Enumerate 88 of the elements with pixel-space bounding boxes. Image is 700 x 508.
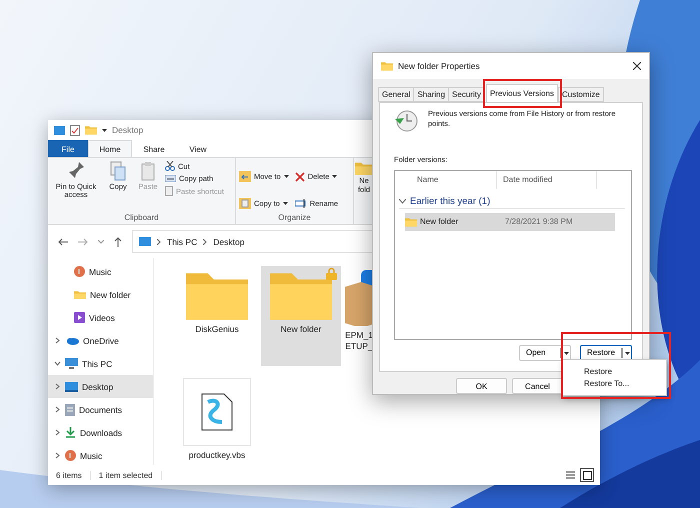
scissors-icon xyxy=(165,161,175,171)
dialog-tab[interactable]: General xyxy=(378,86,414,102)
chevron-icon[interactable] xyxy=(54,383,61,390)
sidebar-item[interactable]: Desktop xyxy=(48,375,153,398)
caret-icon xyxy=(282,202,288,205)
file-item[interactable]: productkey.vbs xyxy=(177,374,257,474)
status-text: 1 item selected xyxy=(90,470,162,480)
document-icon xyxy=(65,404,75,416)
column-header[interactable]: Date modified xyxy=(497,170,597,189)
dialog-tab[interactable]: Sharing xyxy=(413,86,450,102)
chevron-icon[interactable] xyxy=(54,429,61,436)
file-item[interactable]: New folder xyxy=(261,266,341,366)
breadcrumb[interactable]: Desktop xyxy=(213,236,244,246)
ribbon-tab[interactable]: File xyxy=(48,140,88,157)
sidebar-item[interactable]: Music xyxy=(48,444,153,465)
shortcut-icon xyxy=(165,186,173,196)
clipboard-icon xyxy=(141,161,155,181)
up-icon xyxy=(114,236,122,246)
breadcrumb[interactable]: This PC xyxy=(167,236,198,246)
sidebar-item[interactable]: Downloads xyxy=(48,421,153,444)
folder-icon xyxy=(355,161,373,176)
folder-icon xyxy=(405,217,417,227)
script-file-icon xyxy=(200,392,234,432)
sidebar-item[interactable]: This PC xyxy=(48,352,153,375)
dialog-button[interactable]: Cancel xyxy=(512,378,563,394)
download-icon xyxy=(65,427,76,438)
dialog-tab[interactable]: Customize xyxy=(558,86,604,102)
lock-icon xyxy=(326,267,337,280)
dialog-tab[interactable]: Security xyxy=(448,86,485,102)
menu-item[interactable]: Restore xyxy=(584,367,666,376)
folder-icon xyxy=(381,61,393,71)
close-icon[interactable] xyxy=(633,62,641,70)
forward-icon xyxy=(78,238,88,246)
copy-icon xyxy=(110,161,126,181)
square-icon xyxy=(582,470,592,480)
menu-item[interactable]: Restore To... xyxy=(584,379,666,388)
sidebar-item[interactable]: New folder xyxy=(48,283,153,306)
file-item[interactable]: DiskGenius xyxy=(177,266,257,366)
group-label: Clipboard xyxy=(124,213,159,222)
column-header[interactable]: Name xyxy=(395,170,497,189)
restore-clock-icon xyxy=(394,108,418,133)
music-icon xyxy=(74,266,85,277)
copy-to-icon xyxy=(239,198,251,209)
caret-icon xyxy=(102,128,107,132)
chevron-icon[interactable] xyxy=(54,452,61,459)
computer-icon xyxy=(54,126,65,134)
properties-icon xyxy=(70,124,80,136)
folder-icon xyxy=(74,290,86,300)
music-icon xyxy=(65,450,76,461)
ribbon-tab[interactable]: Home xyxy=(88,140,132,157)
dialog-button[interactable]: OK xyxy=(456,378,507,394)
version-row[interactable]: New folder 7/28/2021 9:38 PM xyxy=(405,212,615,231)
move-icon xyxy=(239,171,251,182)
rename-icon xyxy=(294,199,307,208)
chevron-icon xyxy=(157,238,161,244)
caret-icon xyxy=(621,346,631,359)
sidebar-item[interactable]: Videos xyxy=(48,306,153,329)
computer-icon xyxy=(65,358,78,369)
window-title: Desktop xyxy=(112,125,144,135)
caret-icon xyxy=(284,175,289,178)
split-button[interactable]: Open xyxy=(519,344,571,361)
sidebar-item[interactable]: OneDrive xyxy=(48,329,153,352)
path-icon xyxy=(165,175,176,182)
caret-icon xyxy=(332,175,338,178)
chevron-icon[interactable] xyxy=(54,360,61,367)
split-button[interactable]: Restore xyxy=(580,344,632,361)
dialog-title: New folder Properties xyxy=(398,60,480,71)
cloud-icon xyxy=(65,336,79,345)
chevron-icon[interactable] xyxy=(54,406,61,413)
chevron-icon xyxy=(399,198,406,204)
status-text: 6 items xyxy=(48,470,91,480)
icons-view-button[interactable] xyxy=(580,468,594,482)
desktop-icon xyxy=(65,382,78,392)
folder-icon xyxy=(85,125,97,135)
dialog-tab[interactable]: Previous Versions xyxy=(486,84,558,102)
list-icon xyxy=(566,471,574,479)
group-label: Organize xyxy=(278,213,311,222)
delete-icon xyxy=(294,172,305,182)
sidebar-item[interactable]: Music xyxy=(48,260,153,283)
video-icon xyxy=(74,312,85,323)
caret-icon xyxy=(560,346,570,359)
computer-icon xyxy=(139,237,151,246)
group-header[interactable]: Earlier this year (1) xyxy=(399,194,625,209)
back-icon xyxy=(58,238,68,246)
sidebar-item[interactable]: Documents xyxy=(48,398,153,421)
chevron-icon xyxy=(98,240,104,244)
chevron-icon xyxy=(203,238,208,244)
chevron-icon[interactable] xyxy=(54,337,61,344)
